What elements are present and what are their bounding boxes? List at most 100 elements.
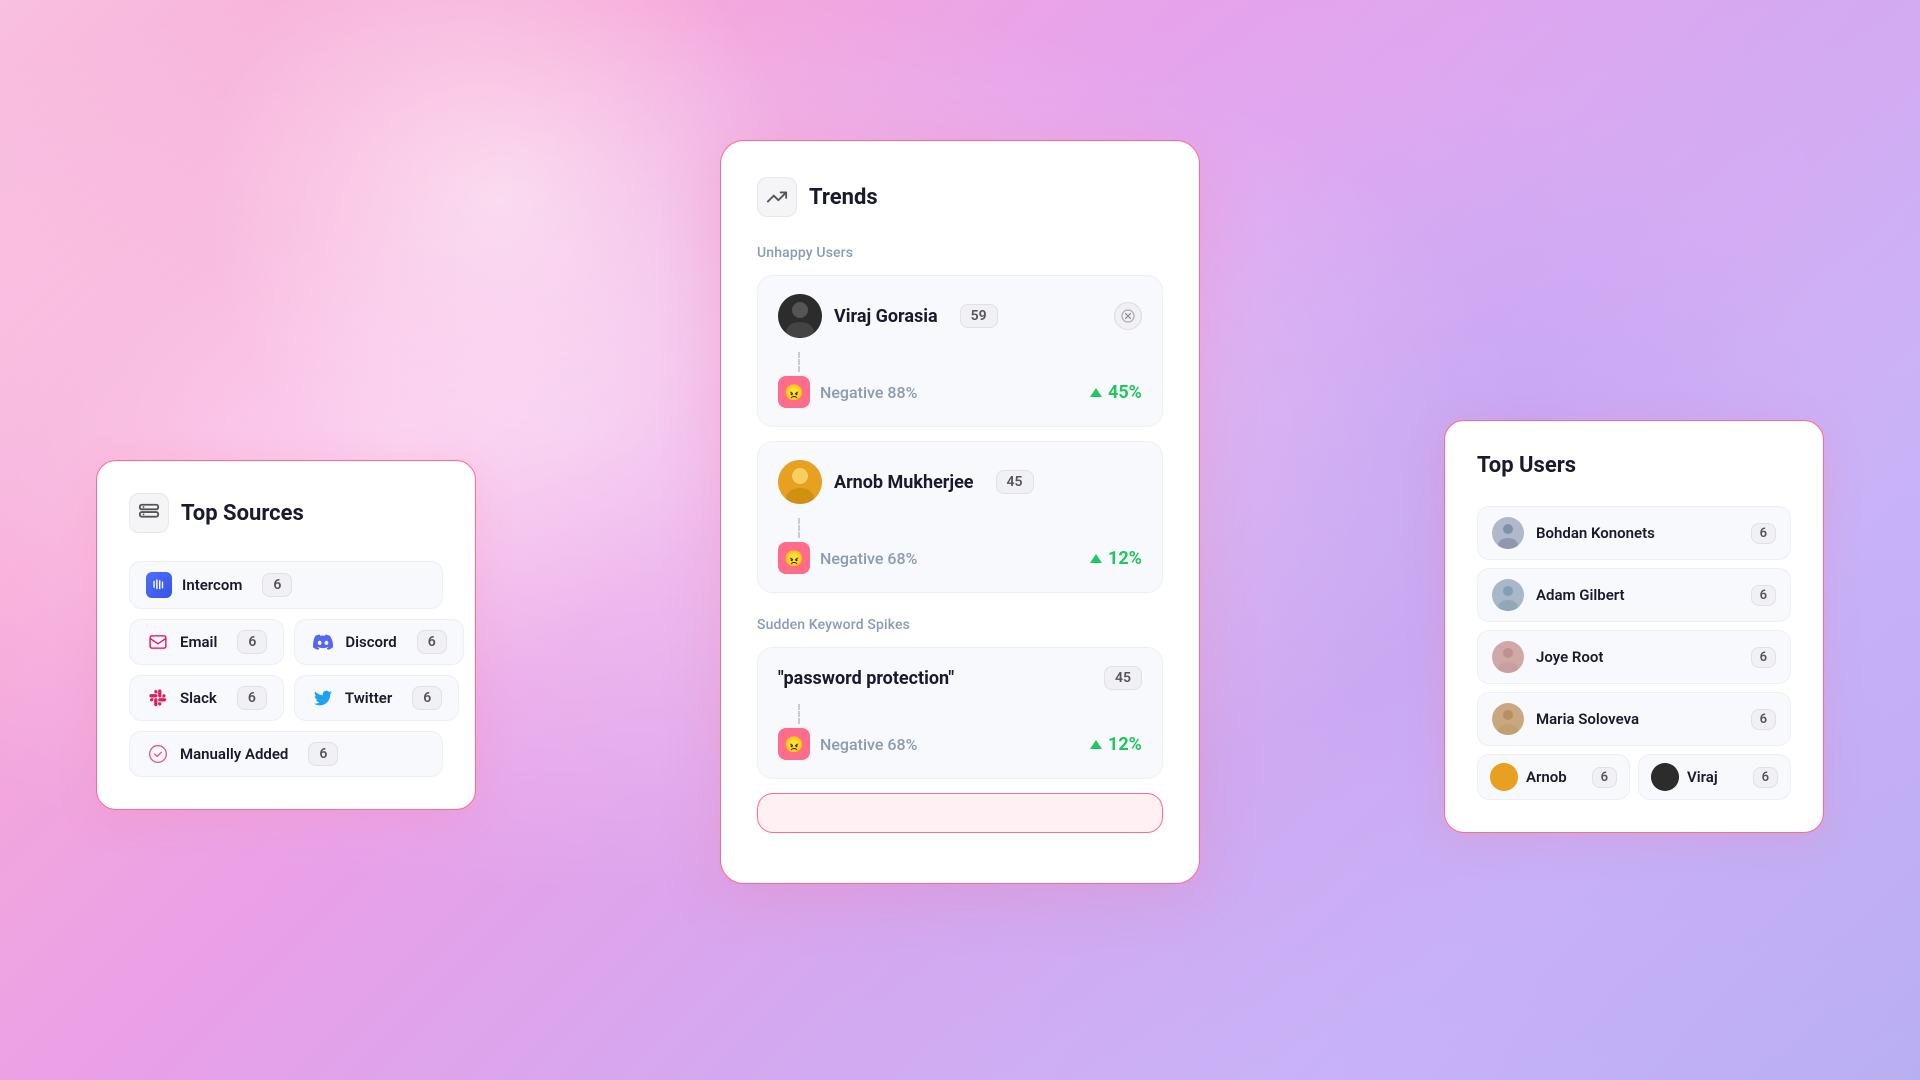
keyword-negative-password: 😠 Negative 68% <box>778 728 917 760</box>
source-name-slack: Slack <box>180 689 217 707</box>
user-count-arnob: 45 <box>996 470 1034 494</box>
increase-value-arnob: 12% <box>1108 548 1142 569</box>
source-name-intercom: Intercom <box>182 576 242 594</box>
source-name-manually: Manually Added <box>180 745 288 763</box>
keyword-spikes-label: Sudden Keyword Spikes <box>757 617 1163 633</box>
user-card-top-arnob: Arnob Mukherjee 45 <box>778 460 1142 504</box>
top-user-name-arnob: Arnob <box>1526 768 1584 786</box>
keyword-card-second <box>757 793 1163 833</box>
source-item-intercom[interactable]: Intercom 6 <box>129 561 443 609</box>
keyword-sentiment-password: Negative 68% <box>820 735 917 754</box>
user-card-viraj: Viraj Gorasia 59 😠 Negative 88% 45% <box>757 275 1163 427</box>
keyword-top-password: "password protection" 45 <box>778 666 1142 690</box>
negative-indicator-viraj: 😠 Negative 88% <box>778 376 917 408</box>
top-users-bottom-row: Arnob 6 Viraj 6 <box>1477 754 1791 800</box>
source-item-email[interactable]: Email 6 <box>129 619 284 665</box>
user-card-arnob: Arnob Mukherjee 45 😠 Negative 68% 12% <box>757 441 1163 593</box>
user-count-viraj: 59 <box>960 304 998 328</box>
email-icon <box>146 630 170 654</box>
top-sources-card: Top Sources Intercom 6 <box>96 460 476 810</box>
keyword-spikes-section: Sudden Keyword Spikes "password protecti… <box>757 617 1163 833</box>
user-card-bottom-arnob: 😠 Negative 68% 12% <box>778 542 1142 574</box>
keyword-count-password: 45 <box>1104 666 1142 690</box>
source-item-discord[interactable]: Discord 6 <box>294 619 463 665</box>
source-count-email: 6 <box>237 630 267 654</box>
keyword-face-password: 😠 <box>778 728 810 760</box>
arrow-up-arnob <box>1090 554 1102 563</box>
top-user-row-adam: Adam Gilbert 6 <box>1477 568 1791 622</box>
increase-value-viraj: 45% <box>1108 382 1142 403</box>
top-sources-icon <box>129 493 169 533</box>
source-count-discord: 6 <box>417 630 447 654</box>
trends-icon-container <box>757 177 797 217</box>
trends-title: Trends <box>809 185 878 210</box>
top-user-name-joye: Joye Root <box>1536 648 1739 666</box>
top-user-name-bohdan: Bohdan Kononets <box>1536 524 1739 542</box>
avatar-arnob-small <box>1490 763 1518 791</box>
discord-icon <box>311 630 335 654</box>
user-card-bottom-viraj: 😠 Negative 88% 45% <box>778 376 1142 408</box>
close-button-viraj[interactable] <box>1114 302 1142 330</box>
avatar-adam <box>1492 579 1524 611</box>
top-user-count-joye: 6 <box>1751 647 1776 668</box>
user-name-arnob: Arnob Mukherjee <box>834 472 974 493</box>
keyword-arrow-password <box>1090 740 1102 749</box>
sources-row-2: Slack 6 Twitter 6 <box>129 675 443 721</box>
trends-card: Trends Unhappy Users Viraj Gorasia 59 <box>720 140 1200 884</box>
top-user-name-maria: Maria Soloveva <box>1536 710 1739 728</box>
top-users-title: Top Users <box>1477 453 1576 478</box>
source-count-intercom: 6 <box>262 573 292 597</box>
top-user-row-maria: Maria Soloveva 6 <box>1477 692 1791 746</box>
slack-icon <box>146 686 170 710</box>
user-card-top-viraj: Viraj Gorasia 59 <box>778 294 1142 338</box>
intercom-icon <box>146 572 172 598</box>
source-item-twitter[interactable]: Twitter 6 <box>294 675 459 721</box>
top-sources-title: Top Sources <box>181 501 304 526</box>
keyword-increase-password: 12% <box>1090 734 1142 755</box>
source-name-discord: Discord <box>345 633 396 651</box>
top-user-count-adam: 6 <box>1751 585 1776 606</box>
negative-face-arnob: 😠 <box>778 542 810 574</box>
increase-arnob: 12% <box>1090 548 1142 569</box>
top-user-name-adam: Adam Gilbert <box>1536 586 1739 604</box>
source-item-manually[interactable]: Manually Added 6 <box>129 731 443 777</box>
source-name-twitter: Twitter <box>345 689 392 707</box>
top-user-count-viraj: 6 <box>1753 767 1778 788</box>
negative-text-arnob: Negative 68% <box>820 549 917 568</box>
top-user-name-viraj: Viraj <box>1687 768 1745 786</box>
keyword-text-password: "password protection" <box>778 668 954 689</box>
user-chip-viraj: Viraj 6 <box>1638 754 1791 800</box>
increase-viraj: 45% <box>1090 382 1142 403</box>
avatar-viraj <box>778 294 822 338</box>
avatar-bohdan <box>1492 517 1524 549</box>
unhappy-users-label: Unhappy Users <box>757 245 1163 261</box>
manually-added-icon <box>146 742 170 766</box>
source-count-twitter: 6 <box>412 686 442 710</box>
avatar-maria <box>1492 703 1524 735</box>
negative-indicator-arnob: 😠 Negative 68% <box>778 542 917 574</box>
arrow-up-viraj <box>1090 388 1102 397</box>
source-item-slack[interactable]: Slack 6 <box>129 675 284 721</box>
user-info-arnob: Arnob Mukherjee 45 <box>778 460 1034 504</box>
avatar-joye <box>1492 641 1524 673</box>
user-name-viraj: Viraj Gorasia <box>834 306 938 327</box>
keyword-increase-value-password: 12% <box>1108 734 1142 755</box>
top-user-count-maria: 6 <box>1751 709 1776 730</box>
top-users-card: Top Users Bohdan Kononets 6 Adam Gilbert… <box>1444 420 1824 833</box>
negative-face-viraj: 😠 <box>778 376 810 408</box>
twitter-icon <box>311 686 335 710</box>
top-user-row-joye: Joye Root 6 <box>1477 630 1791 684</box>
user-info-viraj: Viraj Gorasia 59 <box>778 294 998 338</box>
top-user-row-bohdan: Bohdan Kononets 6 <box>1477 506 1791 560</box>
source-count-manually: 6 <box>308 742 338 766</box>
trends-header: Trends <box>757 177 1163 217</box>
keyword-bottom-password: 😠 Negative 68% 12% <box>778 728 1142 760</box>
top-user-count-arnob: 6 <box>1592 767 1617 788</box>
keyword-card-password: "password protection" 45 😠 Negative 68% … <box>757 647 1163 779</box>
user-chip-arnob: Arnob 6 <box>1477 754 1630 800</box>
top-sources-header: Top Sources <box>129 493 443 533</box>
avatar-viraj-small <box>1651 763 1679 791</box>
sources-row-1: Email 6 Discord 6 <box>129 619 443 665</box>
top-users-header: Top Users <box>1477 453 1791 478</box>
negative-text-viraj: Negative 88% <box>820 383 917 402</box>
